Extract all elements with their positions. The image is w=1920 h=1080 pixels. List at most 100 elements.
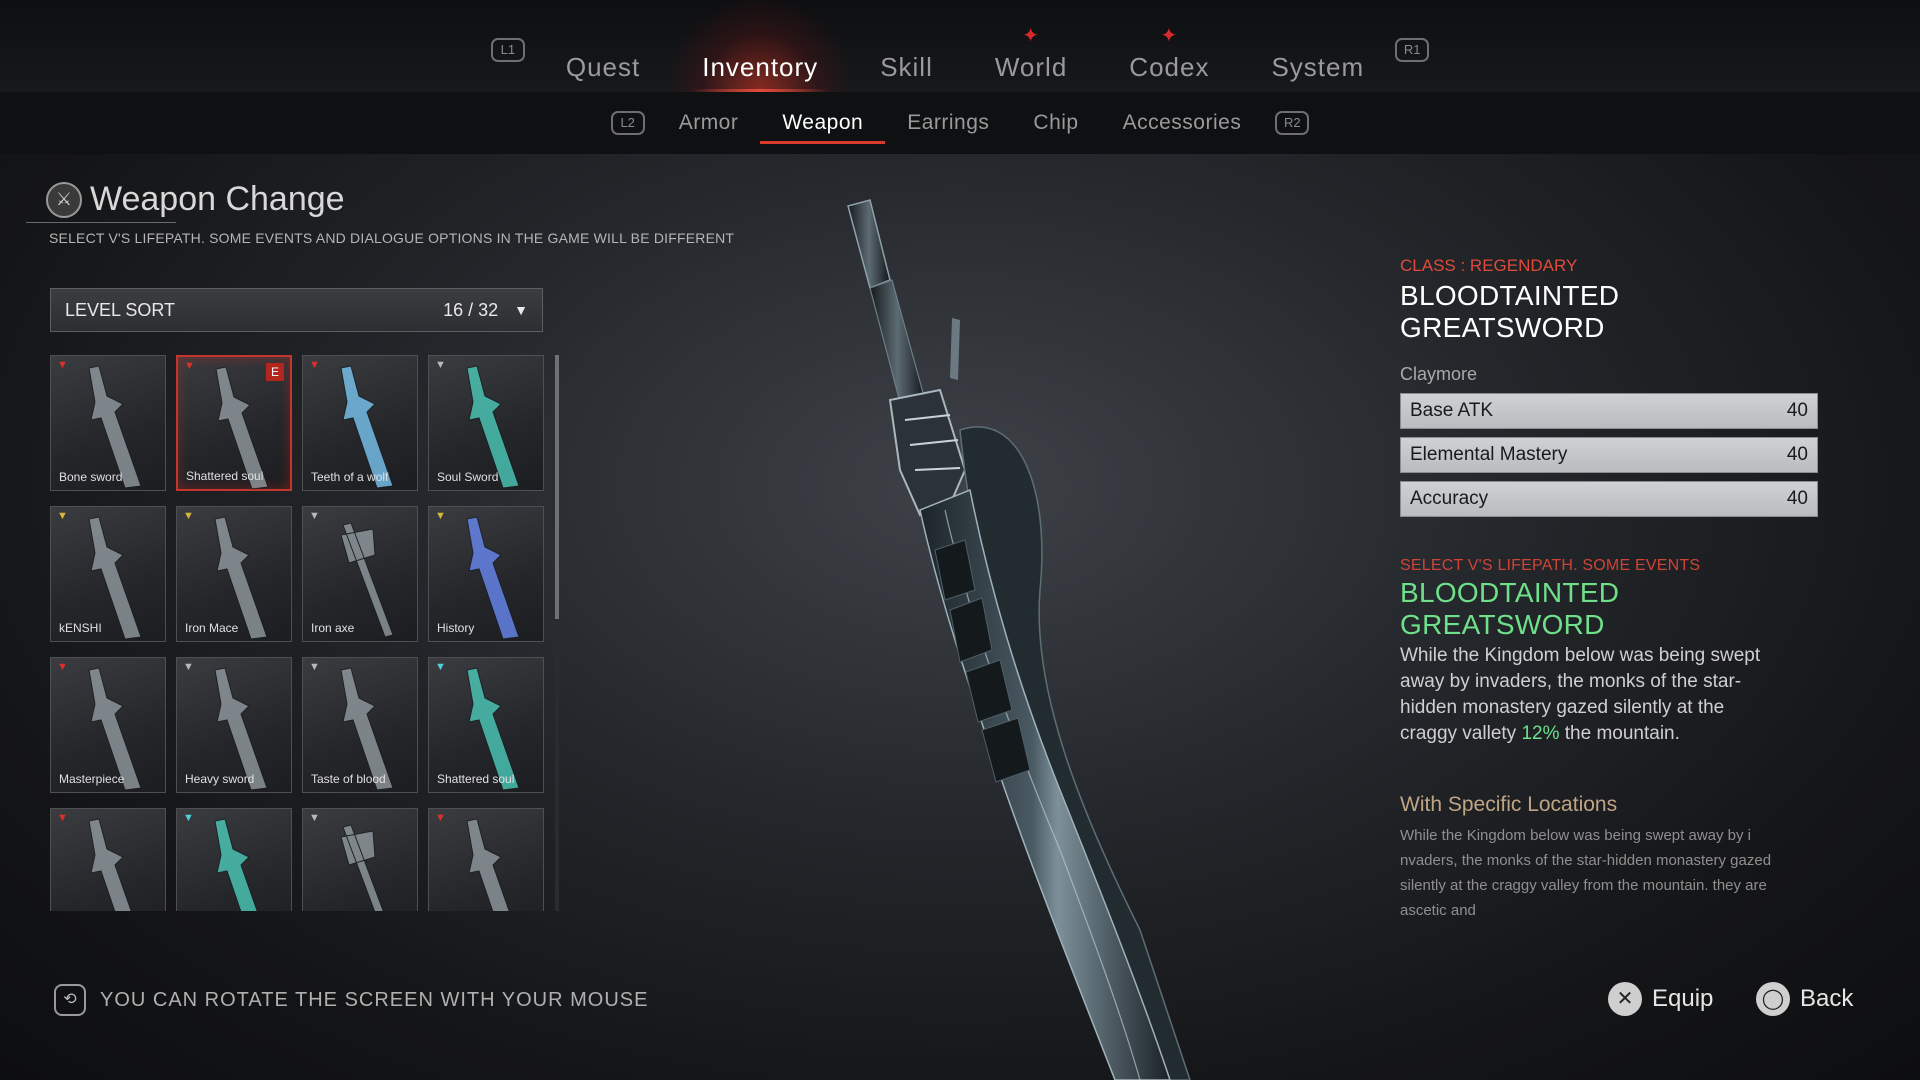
rarity-icon: ▼ <box>57 510 68 522</box>
item-name: BLOODTAINTED GREATSWORD <box>1400 280 1620 343</box>
tab-codex[interactable]: ✦ Codex <box>1098 0 1240 92</box>
weapon-label: kENSHI <box>59 621 102 635</box>
rarity-icon: ▼ <box>435 812 446 824</box>
stat-row-base-atk: Base ATK 40 <box>1400 393 1818 429</box>
back-button[interactable]: ◯ Back <box>1756 982 1853 1016</box>
tab-label: World <box>994 52 1068 82</box>
r2-button-hint[interactable]: R2 <box>1275 111 1310 135</box>
weapon-slot[interactable]: ▼ <box>302 808 418 911</box>
stat-value: 40 <box>1786 444 1808 465</box>
weapon-label: History <box>437 621 475 635</box>
subtab-chip[interactable]: Chip <box>1011 111 1100 135</box>
scroll-thumb[interactable] <box>555 355 559 619</box>
weapon-label: Iron axe <box>311 621 355 635</box>
tab-world[interactable]: ✦ World <box>964 0 1098 92</box>
equip-label: Equip <box>1652 985 1714 1012</box>
tab-label: Codex <box>1129 52 1210 82</box>
stat-value: 40 <box>1786 488 1808 509</box>
description-highlight: 12% <box>1521 723 1560 744</box>
r1-button-hint[interactable]: R1 <box>1395 38 1430 62</box>
tab-system[interactable]: System <box>1240 0 1395 92</box>
rarity-icon: ▼ <box>435 359 446 371</box>
sort-dropdown[interactable]: LEVEL SORT 16 / 32 ▼ <box>50 288 543 332</box>
weapon-slot[interactable]: ▼ Shattered soul <box>428 657 544 793</box>
tab-skill[interactable]: Skill <box>849 0 964 92</box>
weapon-label: Soul Sword <box>437 470 499 484</box>
rarity-icon: ▼ <box>57 359 68 371</box>
weapon-slot[interactable]: ▼ <box>428 808 544 911</box>
axe-icon <box>340 824 384 911</box>
l2-button-hint[interactable]: L2 <box>610 111 645 135</box>
rarity-icon: ▼ <box>309 812 320 824</box>
weapon-slot[interactable]: ▼ Iron Mace <box>176 506 292 642</box>
weapon-label: Shattered soul <box>437 772 515 786</box>
weapon-label: Bone sword <box>59 470 123 484</box>
tab-label: Inventory <box>702 52 819 82</box>
l1-button-hint[interactable]: L1 <box>490 38 525 62</box>
weapon-label: Taste of blood <box>311 772 386 786</box>
tab-inventory[interactable]: Inventory <box>671 0 850 92</box>
stat-name: Base ATK <box>1410 400 1494 421</box>
locations-title: With Specific Locations <box>1400 793 1618 816</box>
subtab-accessories[interactable]: Accessories <box>1101 111 1264 135</box>
stat-row-accuracy: Accuracy 40 <box>1400 481 1818 517</box>
weapon-label: Iron Mace <box>185 621 239 635</box>
back-label: Back <box>1800 985 1854 1012</box>
sword-icon <box>214 818 258 911</box>
weapon-slot[interactable]: ▼ <box>176 808 292 911</box>
weapon-slot[interactable]: ▼ kENSHI <box>50 506 166 642</box>
notification-badge-icon: ✦ <box>1160 25 1179 47</box>
weapon-label: Shattered soul <box>186 469 264 483</box>
equip-button[interactable]: ✕ Equip <box>1608 982 1713 1016</box>
panel-title: Weapon Change <box>90 180 345 218</box>
weapon-slot[interactable]: ▼ Taste of blood <box>302 657 418 793</box>
weapon-label: Masterpiece <box>59 772 125 786</box>
description-title: BLOODTAINTED GREATSWORD <box>1400 577 1620 640</box>
cross-button-icon: ✕ <box>1608 982 1642 1016</box>
rarity-icon: ▼ <box>183 661 194 673</box>
tab-label: System <box>1271 52 1365 82</box>
weapon-slot[interactable]: ▼ Bone sword <box>50 355 166 491</box>
weapon-slot[interactable]: ▼ Soul Sword <box>428 355 544 491</box>
title-underline <box>26 222 176 223</box>
top-nav: L1 Quest Inventory Skill ✦ World ✦ Codex… <box>0 0 1920 92</box>
rarity-icon: ▼ <box>309 510 320 522</box>
panel-subtitle: SELECT V'S LIFEPATH. SOME EVENTS AND DIA… <box>49 230 735 246</box>
subtab-weapon[interactable]: Weapon <box>760 111 886 144</box>
weapon-slot[interactable]: ▼ Heavy sword <box>176 657 292 793</box>
weapon-change-icon: ⚔ <box>46 182 82 218</box>
rarity-icon: ▼ <box>184 360 195 372</box>
weapon-label: Teeth of a wolf <box>311 470 389 484</box>
description-body: While the Kingdom below was being swept … <box>1400 643 1780 747</box>
locations-body: While the Kingdom below was being swept … <box>1400 827 1772 919</box>
hint-text: YOU CAN ROTATE THE SCREEN WITH YOUR MOUS… <box>100 988 649 1011</box>
weapon-3d-view[interactable] <box>720 170 1320 1080</box>
subtab-earrings[interactable]: Earrings <box>885 111 1011 135</box>
rarity-icon: ▼ <box>183 510 194 522</box>
rarity-icon: ▼ <box>57 812 68 824</box>
description-kicker: SELECT V'S LIFEPATH. SOME EVENTS <box>1400 557 1701 574</box>
tab-quest[interactable]: Quest <box>535 0 671 92</box>
mouse-rotate-icon: ⟲ <box>54 984 86 1016</box>
circle-button-icon: ◯ <box>1756 982 1790 1016</box>
dropdown-arrow-icon: ▼ <box>514 302 528 318</box>
greatsword-model <box>847 199 1191 1080</box>
item-class: CLASS : REGENDARY <box>1400 256 1578 275</box>
stat-value: 40 <box>1786 400 1808 421</box>
sort-label: LEVEL SORT <box>65 299 176 320</box>
grid-scrollbar[interactable] <box>555 355 559 911</box>
weapon-slot[interactable]: ▼ Masterpiece <box>50 657 166 793</box>
item-details: CLASS : REGENDARY BLOODTAINTED GREATSWOR… <box>1400 256 1820 923</box>
stat-name: Elemental Mastery <box>1410 444 1568 465</box>
weapon-slot[interactable]: ▼ Teeth of a wolf <box>302 355 418 491</box>
subtab-armor[interactable]: Armor <box>657 111 761 135</box>
rarity-icon: ▼ <box>435 661 446 673</box>
weapon-slot[interactable]: ▼ <box>50 808 166 911</box>
sword-icon <box>88 818 132 911</box>
rotate-hint: ⟲ YOU CAN ROTATE THE SCREEN WITH YOUR MO… <box>54 984 648 1016</box>
sword-icon <box>466 818 510 911</box>
description-text: the mountain. <box>1559 723 1680 744</box>
weapon-slot[interactable]: ▼ Iron axe <box>302 506 418 642</box>
weapon-slot[interactable]: ▼ History <box>428 506 544 642</box>
weapon-slot[interactable]: ▼ E Shattered soul <box>176 355 292 491</box>
